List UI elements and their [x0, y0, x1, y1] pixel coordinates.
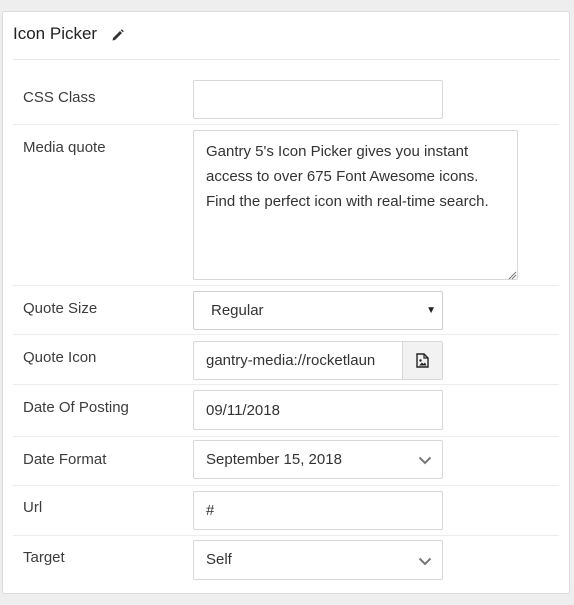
date-of-posting-input[interactable]: 09/11/2018 [193, 390, 443, 430]
date-format-value: September 15, 2018 [206, 451, 342, 468]
target-select[interactable]: Self [193, 540, 443, 580]
media-quote-textarea[interactable]: Gantry 5's Icon Picker gives you instant… [193, 130, 518, 280]
row-url: Url # [13, 486, 559, 536]
date-format-label: Date Format [23, 451, 107, 468]
panel-title: Icon Picker [13, 24, 98, 43]
chevron-down-icon [418, 456, 432, 465]
row-quote-icon: Quote Icon gantry-media://rocketlaun [13, 335, 559, 385]
row-media-quote: Media quote Gantry 5's Icon Picker gives… [13, 125, 559, 286]
url-input[interactable]: # [193, 491, 443, 530]
target-value: Self [206, 551, 232, 568]
quote-icon-value: gantry-media://rocketlaun [206, 352, 376, 369]
image-file-icon[interactable] [402, 342, 442, 379]
header-divider [13, 59, 559, 60]
quote-icon-label: Quote Icon [23, 349, 97, 366]
row-target: Target Self [13, 536, 559, 586]
url-label: Url [23, 499, 43, 516]
row-date-of-posting: Date Of Posting 09/11/2018 [13, 385, 559, 437]
resize-grip-icon[interactable] [507, 267, 517, 280]
panel-header: Icon Picker [3, 12, 569, 60]
date-of-posting-label: Date Of Posting [23, 399, 129, 416]
row-date-format: Date Format September 15, 2018 [13, 437, 559, 486]
row-css-class: CSS Class [13, 71, 559, 125]
media-quote-label: Media quote [23, 139, 106, 156]
url-value: # [206, 502, 215, 519]
quote-size-value: Regular [211, 302, 264, 319]
quote-size-label: Quote Size [23, 300, 98, 317]
pencil-icon[interactable] [111, 28, 125, 42]
row-quote-size: Quote Size Regular ▼ [13, 286, 559, 335]
css-class-input[interactable] [193, 80, 443, 119]
target-label: Target [23, 549, 65, 566]
quote-icon-input[interactable]: gantry-media://rocketlaun [193, 341, 443, 380]
icon-picker-panel: Icon Picker CSS Class Media quote Gantry… [2, 11, 570, 594]
css-class-label: CSS Class [23, 89, 96, 106]
date-of-posting-value: 09/11/2018 [206, 402, 280, 419]
date-format-select[interactable]: September 15, 2018 [193, 440, 443, 479]
caret-down-icon: ▼ [426, 305, 436, 316]
chevron-down-icon [418, 557, 432, 566]
quote-size-select[interactable]: Regular ▼ [193, 291, 443, 330]
